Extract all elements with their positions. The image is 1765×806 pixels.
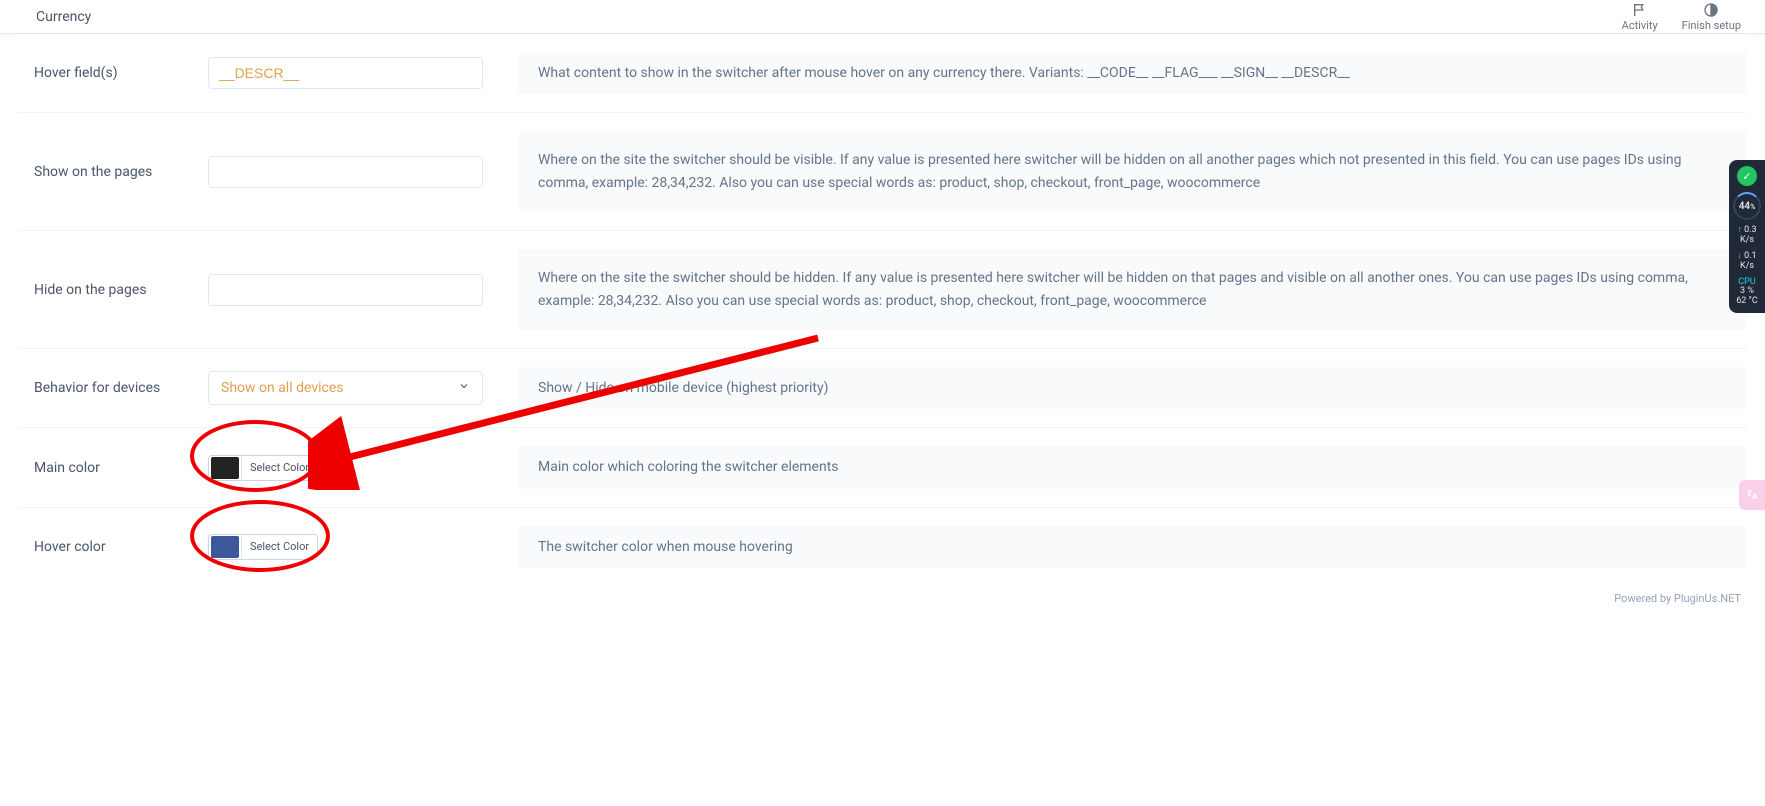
flag-icon — [1632, 2, 1648, 18]
hover-color-button-label: Select Color — [241, 535, 317, 559]
page-title: Currency — [36, 9, 91, 25]
label-show-pages: Show on the pages — [18, 131, 188, 212]
activity-button[interactable]: Activity — [1622, 2, 1658, 32]
settings-panel: Hover field(s) What content to show in t… — [18, 34, 1747, 586]
row-hover-color: Hover color Select Color The switcher co… — [18, 508, 1747, 586]
footer: Powered by PluginUs.NET — [0, 586, 1765, 609]
footer-text: Powered by PluginUs.NET — [1614, 592, 1741, 605]
hover-fields-input[interactable] — [208, 57, 483, 89]
desc-show-pages: Where on the site the switcher should be… — [518, 131, 1747, 212]
desc-main-color: Main color which coloring the switcher e… — [518, 446, 1747, 488]
desc-hide-pages: Where on the site the switcher should be… — [518, 249, 1747, 330]
row-main-color: Main color Select Color Main color which… — [18, 428, 1747, 507]
row-behavior: Behavior for devices Show on all devices… — [18, 349, 1747, 428]
topbar-actions: Activity Finish setup — [1622, 2, 1741, 32]
main-color-picker[interactable]: Select Color — [208, 455, 318, 481]
behavior-select[interactable]: Show on all devices — [208, 371, 483, 405]
hover-color-picker[interactable]: Select Color — [208, 534, 318, 560]
download-stat: ↓ 0.1K/s — [1737, 252, 1756, 272]
translate-tab[interactable] — [1739, 480, 1765, 510]
hide-pages-input[interactable] — [208, 274, 483, 306]
finish-setup-label: Finish setup — [1682, 19, 1741, 32]
translate-icon — [1745, 488, 1759, 502]
upload-stat: ↑ 0.3K/s — [1737, 226, 1756, 246]
finish-setup-button[interactable]: Finish setup — [1682, 2, 1741, 32]
main-color-swatch — [211, 457, 239, 479]
desc-behavior: Show / Hide on mobile device (highest pr… — [518, 367, 1747, 409]
label-hover-color: Hover color — [18, 526, 188, 568]
behavior-selected: Show on all devices — [221, 380, 343, 396]
desc-hover-color: The switcher color when mouse hovering — [518, 526, 1747, 568]
chevron-down-icon — [458, 380, 470, 396]
main-color-button-label: Select Color — [241, 456, 317, 480]
cpu-stat: CPU 3 % 62 °C — [1736, 278, 1758, 308]
gauge: 44% — [1733, 192, 1761, 220]
check-icon: ✓ — [1737, 166, 1757, 186]
row-hover-fields: Hover field(s) What content to show in t… — [18, 34, 1747, 113]
row-hide-pages: Hide on the pages Where on the site the … — [18, 231, 1747, 349]
system-monitor-widget[interactable]: ✓ 44% ↑ 0.3K/s ↓ 0.1K/s CPU 3 % 62 °C — [1729, 160, 1765, 313]
label-hover-fields: Hover field(s) — [18, 52, 188, 94]
activity-label: Activity — [1622, 19, 1658, 32]
label-behavior: Behavior for devices — [18, 367, 188, 409]
desc-hover-fields: What content to show in the switcher aft… — [518, 52, 1747, 94]
contrast-icon — [1703, 2, 1719, 18]
hover-color-swatch — [211, 536, 239, 558]
gauge-value: 44% — [1739, 201, 1756, 212]
label-main-color: Main color — [18, 446, 188, 488]
label-hide-pages: Hide on the pages — [18, 249, 188, 330]
row-show-pages: Show on the pages Where on the site the … — [18, 113, 1747, 231]
top-bar: Currency Activity Finish setup — [0, 0, 1765, 34]
show-pages-input[interactable] — [208, 156, 483, 188]
